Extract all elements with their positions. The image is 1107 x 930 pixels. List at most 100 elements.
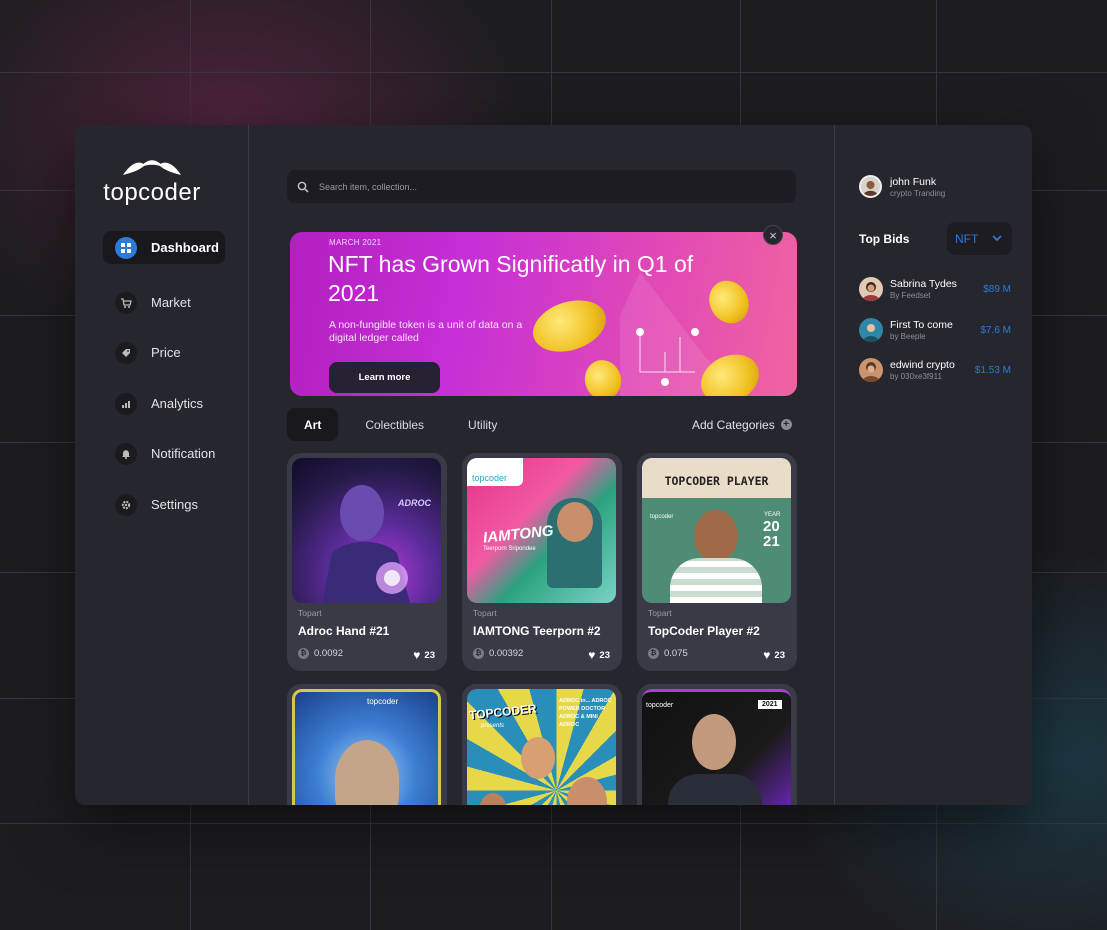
bid-name: Sabrina Tydes <box>890 278 957 290</box>
art-text: TOPCODER PLAYER <box>664 474 769 488</box>
price-value: 0.075 <box>664 648 688 659</box>
sidebar-item-notification[interactable]: Notification <box>103 437 225 470</box>
category-tabs: Art Colectibles Utility <box>287 408 524 441</box>
nft-card[interactable]: topcoder IAMTONG Teerporn Sripondee Topa… <box>462 453 622 671</box>
nft-filter-value: NFT <box>955 231 979 246</box>
nft-filter-select[interactable]: NFT <box>947 222 1012 255</box>
art-text: IAMTONG <box>482 522 555 547</box>
art-brand: topcoder <box>650 514 674 520</box>
learn-more-button[interactable]: Learn more <box>329 362 440 393</box>
sidebar-item-market[interactable]: Market <box>103 286 225 319</box>
bid-name: edwind crypto <box>890 359 955 371</box>
heart-icon: ♥ <box>763 648 771 662</box>
like-button[interactable]: ♥ 23 <box>763 648 785 662</box>
top-bid-item[interactable]: edwind crypto by 030xe3f911 $1.53 M <box>859 358 1011 382</box>
top-bid-item[interactable]: Sabrina Tydes By Feedset $89 M <box>859 277 1011 301</box>
search-input[interactable] <box>317 180 741 193</box>
sidebar-item-label: Analytics <box>151 396 204 411</box>
user-subtitle: crypto Tranding <box>890 188 946 198</box>
bid-amount: $1.53 M <box>974 364 1011 376</box>
promo-banner: MARCH 2021 NFT has Grown Significatly in… <box>290 232 797 396</box>
card-title: Adroc Hand #21 <box>298 624 390 638</box>
card-price: ₿ 0.0092 <box>298 648 343 659</box>
sidebar-item-price[interactable]: Price <box>103 336 225 369</box>
sidebar-item-label: Notification <box>151 446 216 461</box>
top-bid-item[interactable]: First To come by Beeple $7.6 M <box>859 318 1011 342</box>
art-brand: topcoder <box>367 697 399 706</box>
topcoder-logo[interactable]: topcoder <box>102 157 202 207</box>
like-button[interactable]: ♥ 23 <box>413 648 435 662</box>
bell-icon <box>115 442 137 465</box>
nft-image: TOPCODER PLAYER YEAR 20 21 topcoder <box>642 458 791 603</box>
nft-image: topcoder IAMTONG Teerporn Sripondee <box>467 458 616 603</box>
sidebar: topcoder Dashboard Market Price Analytic… <box>75 125 249 805</box>
search-icon <box>297 181 309 193</box>
chevron-down-icon <box>992 235 1002 242</box>
sidebar-item-label: Dashboard <box>151 240 219 255</box>
art-brand: topcoder <box>646 702 674 709</box>
tab-colectibles[interactable]: Colectibles <box>348 408 441 441</box>
plus-icon: + <box>780 419 792 430</box>
avatar <box>859 358 883 382</box>
like-button[interactable]: ♥ 23 <box>588 648 610 662</box>
nft-card[interactable]: TOPCODER PLAYER YEAR 20 21 topcoder Topa… <box>637 453 797 671</box>
nft-card[interactable]: topcoder <box>287 684 447 805</box>
card-title: IAMTONG Teerporn #2 <box>473 624 601 638</box>
avatar <box>859 175 882 198</box>
art-subtext: Teerporn Sripondee <box>483 546 536 552</box>
chart-icon <box>115 392 137 415</box>
cart-icon <box>115 291 137 314</box>
brand-name: topcoder <box>103 179 201 206</box>
tag-icon <box>115 341 137 364</box>
add-categories-button[interactable]: Add Categories + <box>692 408 792 441</box>
coin-icon: ₿ <box>298 648 309 659</box>
close-icon[interactable]: × <box>763 225 783 245</box>
card-price: ₿ 0.00392 <box>473 648 523 659</box>
art-year-1: 20 <box>763 518 780 535</box>
sidebar-item-label: Price <box>151 345 181 360</box>
price-value: 0.0092 <box>314 648 344 659</box>
topcoder-logo-icon <box>123 160 181 175</box>
banner-title: NFT has Grown Significatly in Q1 of 2021 <box>328 251 694 306</box>
art-title: TOPCODER <box>468 701 538 723</box>
heart-icon: ♥ <box>413 648 421 662</box>
user-profile[interactable]: john Funk crypto Tranding <box>859 175 945 198</box>
nft-image: TOPCODER presents ADROC in... ADROC POWE… <box>467 689 616 805</box>
gear-icon <box>115 493 137 516</box>
app-window: topcoder Dashboard Market Price Analytic… <box>75 125 1032 805</box>
nft-card[interactable]: ADROC Topart Adroc Hand #21 ₿ 0.0092 ♥ 2… <box>287 453 447 671</box>
avatar <box>859 277 883 301</box>
card-creator: Topart <box>648 608 672 618</box>
art-year-badge: 2021 <box>758 700 782 709</box>
card-price: ₿ 0.075 <box>648 648 688 659</box>
bid-amount: $89 M <box>983 283 1011 295</box>
art-brand: topcoder <box>472 473 508 483</box>
card-title: TopCoder Player #2 <box>648 624 760 638</box>
coin-icon: ₿ <box>648 648 659 659</box>
nft-image: topcoder <box>292 689 441 805</box>
top-bids-title: Top Bids <box>859 232 910 246</box>
sidebar-item-dashboard[interactable]: Dashboard <box>103 231 225 264</box>
heart-icon: ♥ <box>588 648 596 662</box>
bid-by: by Beeple <box>890 332 926 341</box>
grid-icon <box>115 236 137 259</box>
nft-image: ADROC <box>292 458 441 603</box>
card-creator: Topart <box>298 608 322 618</box>
main-content: MARCH 2021 NFT has Grown Significatly in… <box>249 125 835 805</box>
art-presents: presents <box>481 723 505 729</box>
like-count: 23 <box>424 649 435 661</box>
bid-by: by 030xe3f911 <box>890 372 942 381</box>
right-panel: john Funk crypto Tranding Top Bids NFT S… <box>835 125 1032 805</box>
like-count: 23 <box>774 649 785 661</box>
tab-art[interactable]: Art <box>287 408 339 441</box>
search-bar[interactable] <box>287 170 796 203</box>
nft-image: topcoder 2021 <box>642 689 791 805</box>
add-categories-label: Add Categories <box>692 417 775 432</box>
tab-utility[interactable]: Utility <box>451 408 514 441</box>
sidebar-item-settings[interactable]: Settings <box>103 488 225 521</box>
sidebar-item-analytics[interactable]: Analytics <box>103 387 225 420</box>
nft-card[interactable]: topcoder 2021 <box>637 684 797 805</box>
coin-icon: ₿ <box>473 648 484 659</box>
bid-name: First To come <box>890 319 953 331</box>
nft-card[interactable]: TOPCODER presents ADROC in... ADROC POWE… <box>462 684 622 805</box>
